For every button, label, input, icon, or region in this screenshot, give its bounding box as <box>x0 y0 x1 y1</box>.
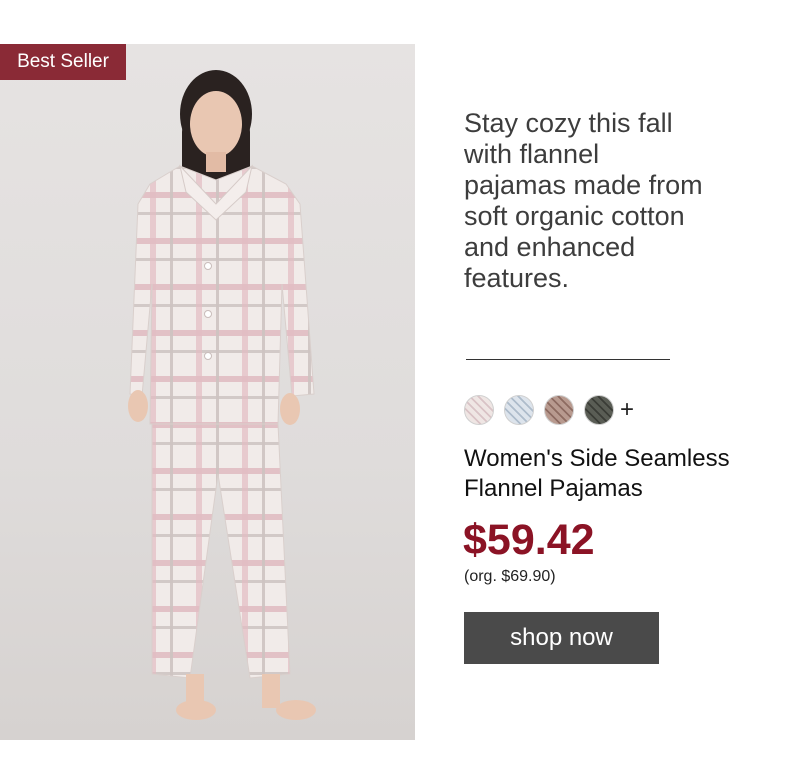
model-illustration <box>128 70 316 720</box>
original-price: (org. $69.90) <box>464 568 556 585</box>
more-colors-icon[interactable]: + <box>620 396 634 424</box>
divider <box>466 359 670 360</box>
swatch-color-4[interactable] <box>584 395 614 425</box>
promo-tagline: Stay cozy this fall with flannel pajamas… <box>464 108 703 293</box>
swatch-color-2[interactable] <box>504 395 534 425</box>
best-seller-badge: Best Seller <box>0 44 126 80</box>
product-photo[interactable] <box>0 44 415 740</box>
product-name[interactable]: Women's Side Seamless Flannel Pajamas <box>464 444 794 504</box>
swatch-color-1[interactable] <box>464 395 494 425</box>
sale-price: $59.42 <box>463 516 595 564</box>
shop-now-button[interactable]: shop now <box>464 612 659 664</box>
swatch-color-3[interactable] <box>544 395 574 425</box>
color-swatches: + <box>464 395 634 425</box>
